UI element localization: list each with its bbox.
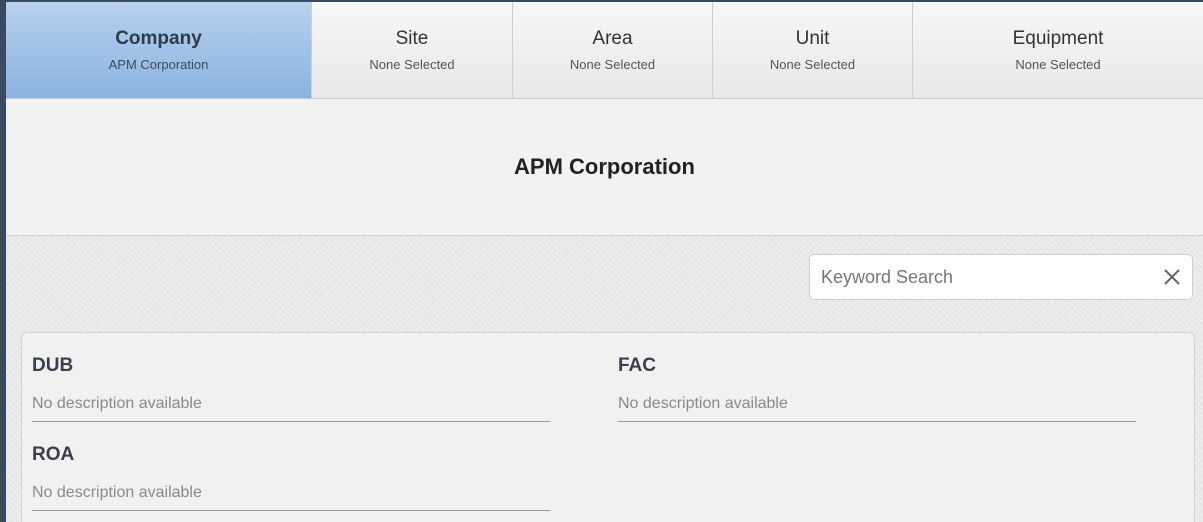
tab-title: Equipment: [1012, 28, 1104, 49]
item-description: No description available: [32, 395, 202, 412]
tab-title: Site: [395, 28, 429, 49]
app-window: Company APM Corporation Site None Select…: [0, 0, 1203, 522]
tab-title: Company: [115, 28, 202, 49]
tab-area[interactable]: Area None Selected: [513, 2, 713, 98]
list-item[interactable]: DUB No description available: [32, 333, 550, 422]
item-code: FAC: [618, 355, 656, 376]
tab-subtitle: None Selected: [369, 57, 455, 72]
tab-unit[interactable]: Unit None Selected: [713, 2, 913, 98]
tab-company[interactable]: Company APM Corporation: [6, 2, 312, 98]
tab-subtitle: APM Corporation: [108, 57, 209, 72]
tab-title: Area: [592, 28, 633, 49]
tab-subtitle: None Selected: [769, 57, 856, 72]
item-description: No description available: [618, 395, 788, 412]
page-title: APM Corporation: [514, 154, 695, 179]
item-code: ROA: [32, 444, 75, 465]
tab-equipment[interactable]: Equipment None Selected: [913, 2, 1203, 98]
search-input[interactable]: [810, 255, 1150, 299]
keyword-search: [809, 254, 1193, 300]
close-icon[interactable]: [1160, 265, 1184, 289]
list-item[interactable]: ROA No description available: [32, 422, 550, 511]
item-description: No description available: [32, 484, 202, 501]
content-area: DUB No description available FAC No desc…: [6, 236, 1203, 522]
tab-title: Unit: [795, 28, 830, 49]
tab-site[interactable]: Site None Selected: [312, 2, 513, 98]
list-item[interactable]: FAC No description available: [618, 333, 1136, 422]
tab-subtitle: None Selected: [1015, 57, 1101, 72]
hierarchy-tabs: Company APM Corporation Site None Select…: [6, 2, 1203, 99]
page-header: APM Corporation: [6, 99, 1203, 236]
item-code: DUB: [32, 355, 74, 376]
tab-subtitle: None Selected: [569, 57, 656, 72]
results-panel: DUB No description available FAC No desc…: [21, 332, 1195, 522]
